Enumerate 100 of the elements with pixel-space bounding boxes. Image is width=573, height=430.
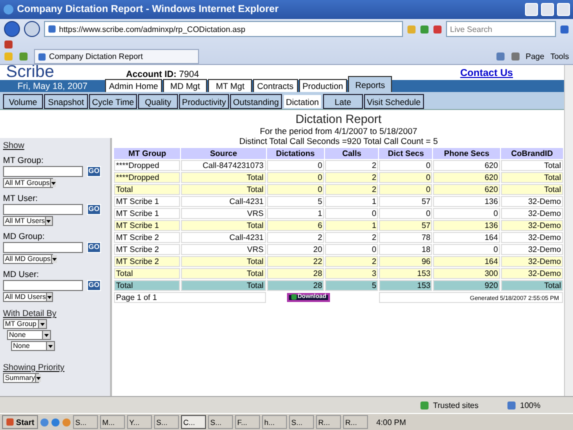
security-zone: Trusted sites: [433, 400, 480, 410]
table-cell: 18: [379, 244, 432, 255]
column-header: Dict Secs: [379, 148, 432, 159]
column-header: Dictations: [266, 148, 324, 159]
scrollbar[interactable]: [564, 65, 573, 396]
table-cell: 1: [266, 208, 324, 219]
report-tab[interactable]: Cycle Time: [89, 94, 138, 109]
date-label: Fri, May 18, 2007: [16, 81, 89, 91]
filter-label: MT User:: [3, 193, 39, 203]
table-cell: 1: [325, 220, 378, 231]
address-field[interactable]: https://www.scribe.com/adminxp/rp_CODictation.asp: [44, 21, 403, 37]
table-cell: MT Scribe 2: [114, 256, 180, 267]
table-cell: 2: [325, 172, 378, 183]
table-cell: 2: [325, 232, 378, 243]
command-button[interactable]: Page: [526, 52, 544, 61]
nav-tab[interactable]: Reports: [348, 76, 392, 92]
account-id: Account ID: 7904: [126, 69, 200, 79]
report-tab[interactable]: Productivity: [179, 94, 229, 109]
clock: 4:00 PM: [376, 418, 406, 426]
table-cell: 32-Demo: [500, 244, 563, 255]
back-button[interactable]: [4, 21, 20, 37]
close-button[interactable]: [557, 3, 570, 16]
table-cell: 32-Demo: [500, 220, 563, 231]
table-cell: 20: [266, 244, 324, 255]
nav-tab[interactable]: MT Mgt: [208, 79, 252, 92]
table-cell: Total: [181, 268, 266, 279]
column-header: Source: [181, 148, 266, 159]
report-tab[interactable]: Visit Schedule: [364, 94, 424, 109]
table-cell: 6: [266, 220, 324, 231]
priority-link[interactable]: Showing Priority: [3, 362, 107, 372]
table-cell: MT Scribe 1: [114, 196, 180, 207]
table-cell: 0: [266, 172, 324, 183]
column-header: Phone Secs: [433, 148, 500, 159]
dropdown-caret-icon: [44, 334, 49, 336]
table-cell: 32-Demo: [500, 268, 563, 279]
table-cell: Call-4231: [181, 232, 266, 243]
table-cell: 2: [325, 184, 378, 195]
start-button[interactable]: Start: [2, 415, 38, 429]
nav-tab[interactable]: Production: [298, 79, 348, 92]
logo: Scribe: [6, 65, 56, 79]
filter-label: MD User:: [3, 269, 40, 279]
minimize-button[interactable]: [525, 3, 538, 16]
table-cell: Total: [500, 280, 563, 291]
column-header: CoBrandID: [500, 148, 563, 159]
nav-tab[interactable]: Contracts: [253, 79, 298, 92]
filter-input[interactable]: [3, 280, 83, 291]
report-tab[interactable]: Late: [322, 94, 363, 109]
table-cell: 620: [433, 172, 500, 183]
maximize-button[interactable]: [541, 3, 554, 16]
report-tab[interactable]: Quality: [138, 94, 178, 109]
table-cell: Total: [181, 280, 266, 291]
contact-link[interactable]: Contact Us: [460, 68, 513, 79]
table-cell: Total: [181, 220, 266, 231]
table-cell: 136: [433, 220, 500, 231]
filter-input[interactable]: [3, 166, 83, 177]
table-cell: ****Dropped: [114, 160, 180, 171]
table-cell: 96: [379, 256, 432, 267]
table-cell: 0: [379, 160, 432, 171]
column-header: Calls: [325, 148, 378, 159]
report-period: For the period from 4/1/2007 to 5/18/2007: [260, 126, 418, 136]
filter-input[interactable]: [3, 242, 83, 253]
table-cell: 57: [379, 220, 432, 231]
table-cell: Total: [181, 172, 266, 183]
table-cell: 0: [325, 208, 378, 219]
page-info: Page 1 of 1: [114, 292, 266, 303]
table-cell: 32-Demo: [500, 196, 563, 207]
report-tab[interactable]: Outstanding: [230, 94, 282, 109]
command-button[interactable]: Tools: [550, 52, 569, 61]
table-cell: 22: [266, 256, 324, 267]
table-cell: 1: [325, 196, 378, 207]
table-cell: Total: [181, 184, 266, 195]
table-cell: Call-4231: [181, 196, 266, 207]
window-title: Company Dictation Report - Windows Internet Explorer: [17, 4, 280, 15]
report-tab[interactable]: Dictation: [282, 94, 322, 109]
nav-tab[interactable]: MD Mgt: [163, 79, 208, 92]
table-cell: Total: [114, 268, 180, 279]
table-cell: 136: [433, 196, 500, 207]
table-cell: 32-Demo: [500, 256, 563, 267]
filter-label: MD Group:: [3, 231, 46, 241]
nav-tab[interactable]: Admin Home: [105, 79, 162, 92]
table-cell: MT Scribe 2: [114, 232, 180, 243]
dropdown-caret-icon: [52, 258, 57, 260]
report-tab[interactable]: Volume: [3, 94, 43, 109]
dropdown-caret-icon: [40, 322, 45, 326]
table-cell: Total: [500, 172, 563, 183]
table-cell: 0: [325, 244, 378, 255]
table-cell: 5: [266, 196, 324, 207]
column-header: MT Group: [114, 148, 180, 159]
detail-link[interactable]: With Detail By: [3, 308, 107, 318]
show-link[interactable]: Show: [3, 140, 107, 150]
search-field[interactable]: Live Search: [446, 21, 556, 37]
zoom-level[interactable]: 100%: [520, 400, 540, 410]
filter-input[interactable]: [3, 204, 83, 215]
table-cell: 2: [325, 256, 378, 267]
browser-tab[interactable]: Company Dictation Report: [34, 49, 199, 64]
table-cell: VRS: [181, 244, 266, 255]
forward-button[interactable]: [24, 21, 40, 37]
table-cell: 78: [379, 232, 432, 243]
dropdown-caret-icon: [46, 296, 52, 298]
report-tab[interactable]: Snapshot: [44, 94, 88, 109]
